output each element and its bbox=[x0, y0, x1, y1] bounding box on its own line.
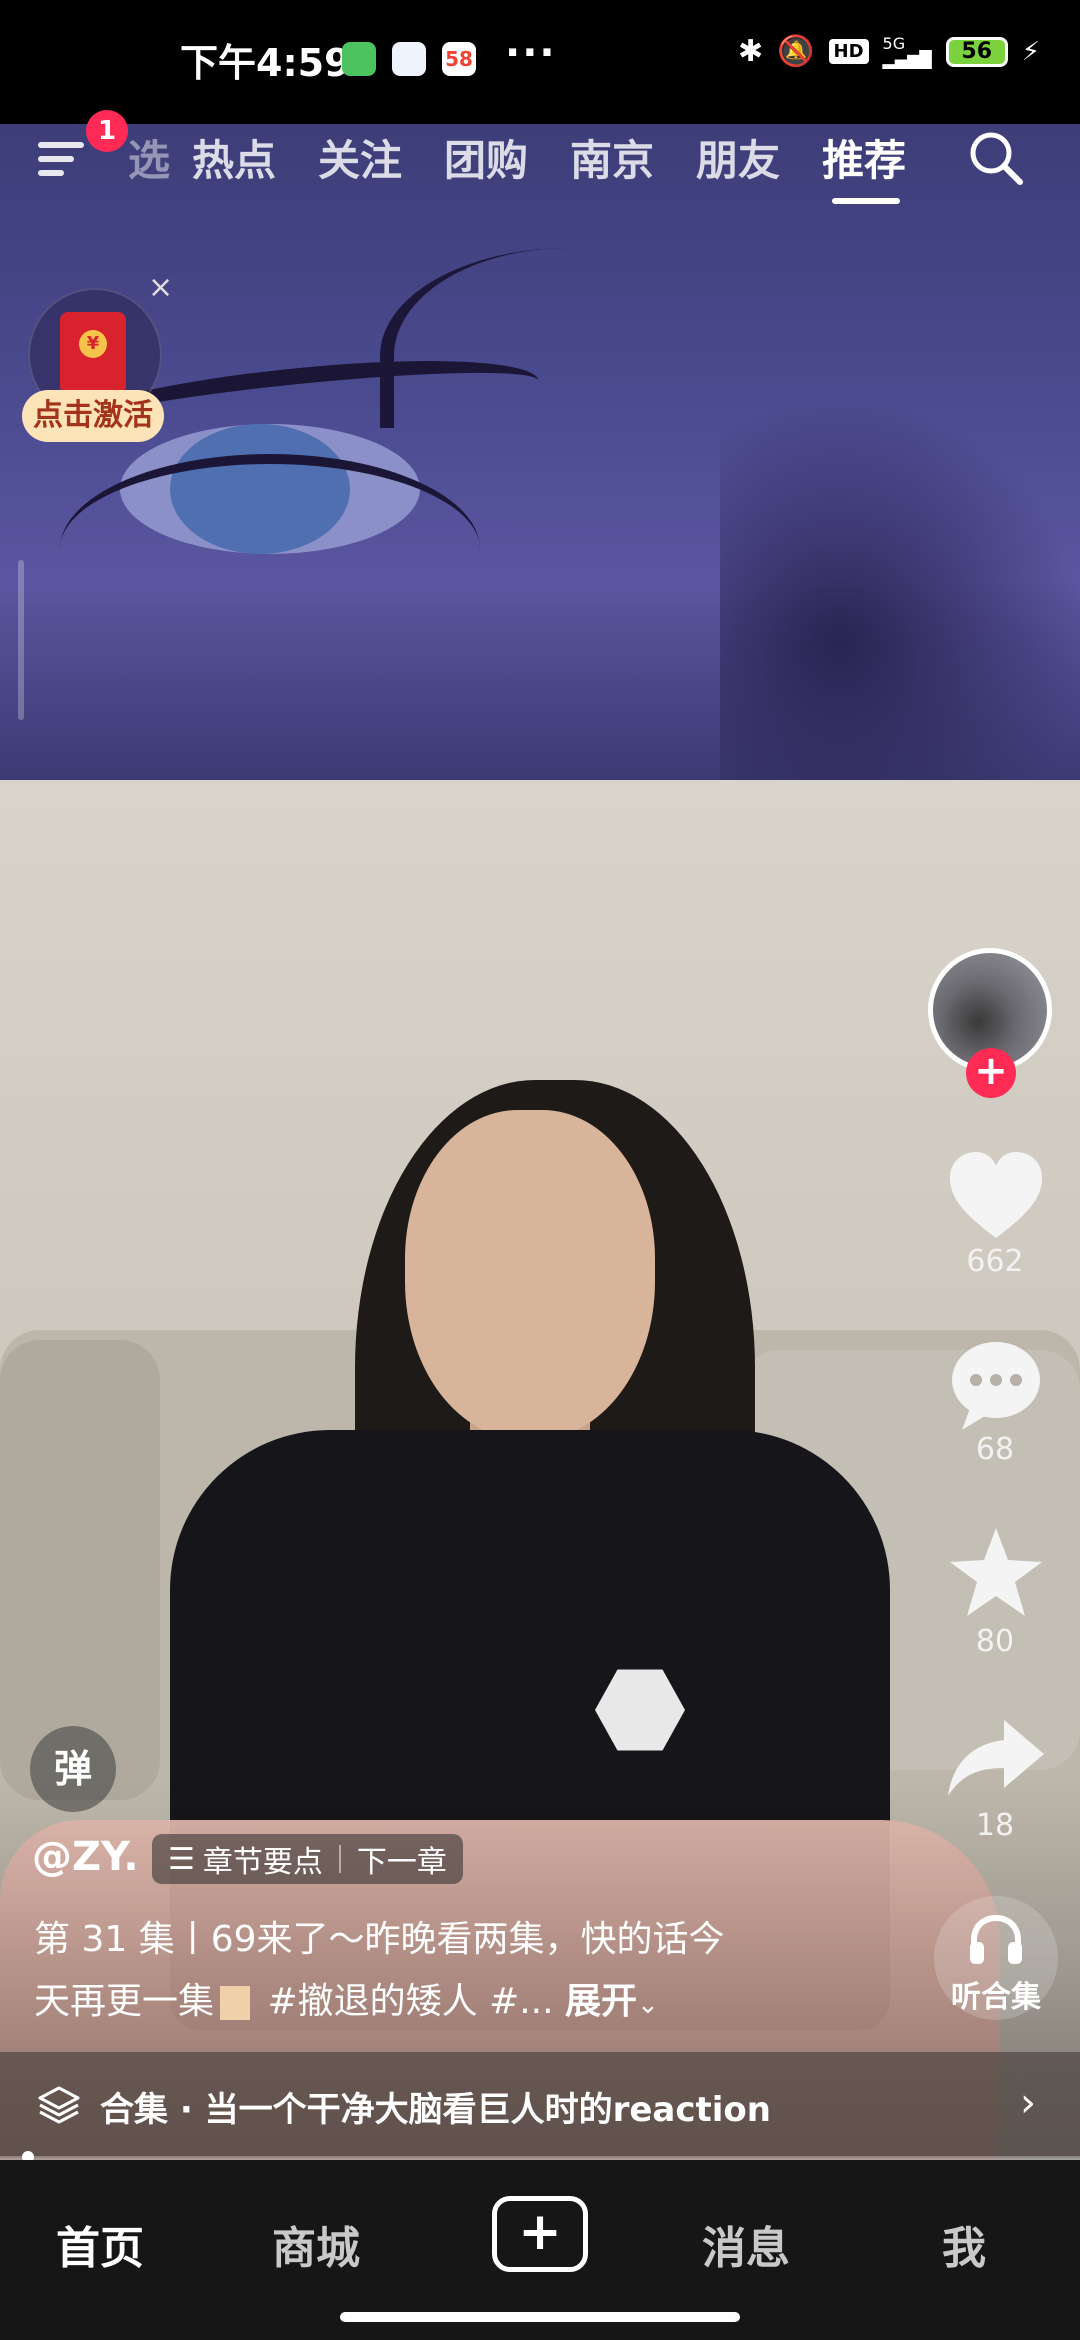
layers-icon bbox=[38, 2086, 80, 2124]
scroll-indicator bbox=[18, 560, 24, 720]
emoji-placeholder bbox=[220, 1986, 251, 2020]
tab-nanjing[interactable]: 南京 bbox=[570, 127, 654, 188]
comment-count: 68 bbox=[975, 1432, 1015, 1467]
like-heart-icon[interactable] bbox=[944, 1146, 1048, 1246]
wechat-icon bbox=[342, 42, 376, 76]
previous-video-frame[interactable] bbox=[0, 124, 1080, 780]
close-icon[interactable]: × bbox=[148, 270, 173, 305]
list-icon: ☰ bbox=[168, 1841, 195, 1877]
tab-partial[interactable]: 选 bbox=[128, 127, 170, 188]
menu-badge: 1 bbox=[86, 110, 128, 152]
tab-group-buy[interactable]: 团购 bbox=[444, 127, 528, 188]
nav-messages[interactable]: 消息 bbox=[702, 2212, 790, 2276]
collection-title: 合集 · 当一个干净大脑看巨人时的reaction bbox=[100, 2090, 771, 2130]
nav-mall[interactable]: 商城 bbox=[272, 2212, 360, 2276]
battery-icon: 56 bbox=[945, 36, 1008, 67]
favorite-star-icon[interactable] bbox=[944, 1524, 1048, 1624]
next-chapter-button[interactable]: 下一章 bbox=[357, 1837, 447, 1881]
system-icons: ✱ 🔕 HD 5G ▂▄▆█ 56 ⚡ bbox=[738, 34, 1040, 69]
coin-icon: ¥ bbox=[79, 330, 107, 358]
danmu-toggle-button[interactable]: 弹 bbox=[30, 1726, 116, 1812]
expand-button[interactable]: 展开 bbox=[565, 1981, 637, 2022]
status-time: 下午4:59 bbox=[180, 41, 351, 85]
hashtags[interactable]: #撤退的矮人 #... bbox=[256, 1981, 553, 2022]
more-notifications-icon: ··· bbox=[505, 30, 557, 76]
chapter-points-button[interactable]: 章节要点 bbox=[203, 1837, 323, 1881]
tab-following[interactable]: 关注 bbox=[318, 127, 402, 188]
caption-line-1: 第 31 集丨69来了～昨晚看两集，快的话今 bbox=[34, 1919, 725, 1960]
chevron-down-icon: ⌄ bbox=[637, 1990, 659, 2020]
follow-button[interactable]: + bbox=[966, 1048, 1016, 1098]
network-type: 5G bbox=[882, 33, 906, 53]
mute-bell-icon: 🔕 bbox=[777, 34, 815, 69]
chevron-right-icon: › bbox=[1020, 2080, 1036, 2126]
caption-text: 天再更一集 bbox=[34, 1981, 215, 2022]
nav-me[interactable]: 我 bbox=[942, 2212, 986, 2276]
charging-icon: ⚡ bbox=[1021, 36, 1040, 67]
create-plus-button[interactable]: + bbox=[492, 2196, 588, 2272]
hd-icon: HD bbox=[828, 39, 869, 64]
author-name[interactable]: @ZY. bbox=[32, 1834, 139, 1880]
video-art bbox=[720, 344, 1080, 780]
menu-icon[interactable] bbox=[38, 136, 88, 184]
share-count: 18 bbox=[975, 1808, 1015, 1843]
comment-icon[interactable] bbox=[944, 1334, 1048, 1434]
home-indicator[interactable] bbox=[340, 2312, 740, 2322]
chapter-controls: ☰ 章节要点 下一章 bbox=[152, 1834, 463, 1884]
video-art bbox=[60, 454, 480, 644]
video-art bbox=[405, 1110, 655, 1440]
tab-recommend[interactable]: 推荐 bbox=[822, 127, 906, 188]
headphones-icon bbox=[970, 1914, 1022, 1964]
like-count: 662 bbox=[966, 1244, 1024, 1279]
battery-level: 56 bbox=[961, 39, 993, 64]
tab-friends[interactable]: 朋友 bbox=[696, 127, 780, 188]
caption-line-2: 天再更一集 #撤退的矮人 #... 展开⌄ bbox=[34, 1972, 659, 2024]
search-icon[interactable] bbox=[966, 128, 1026, 188]
bluetooth-icon: ✱ bbox=[738, 34, 764, 69]
baidu-netdisk-icon bbox=[392, 42, 426, 76]
share-arrow-icon[interactable] bbox=[944, 1710, 1048, 1810]
activate-button[interactable]: 点击激活 bbox=[22, 390, 164, 442]
58-app-icon: 58 bbox=[442, 42, 476, 76]
active-tab-indicator bbox=[832, 198, 900, 204]
favorite-count: 80 bbox=[975, 1624, 1015, 1659]
signal-icon: 5G ▂▄▆█ bbox=[882, 33, 932, 69]
divider bbox=[338, 1845, 341, 1873]
tab-hot[interactable]: 热点 bbox=[192, 127, 276, 188]
nav-home[interactable]: 首页 bbox=[56, 2212, 144, 2276]
listen-collection-label: 听合集 bbox=[951, 1980, 1041, 2015]
